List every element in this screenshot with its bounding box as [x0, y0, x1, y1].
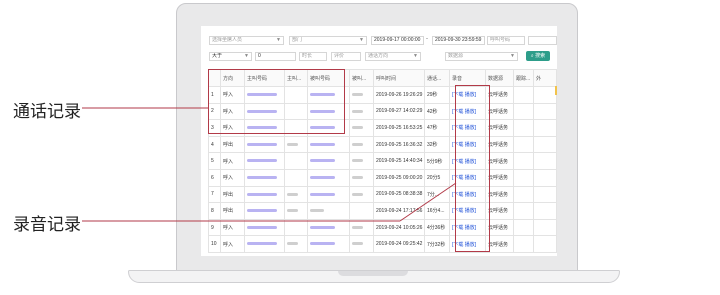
callout-lines: [82, 107, 457, 222]
recording-leader-diagonal: [399, 182, 457, 222]
recording-records-callout: 录音记录: [13, 215, 81, 235]
call-records-callout: 通话记录: [13, 102, 81, 122]
